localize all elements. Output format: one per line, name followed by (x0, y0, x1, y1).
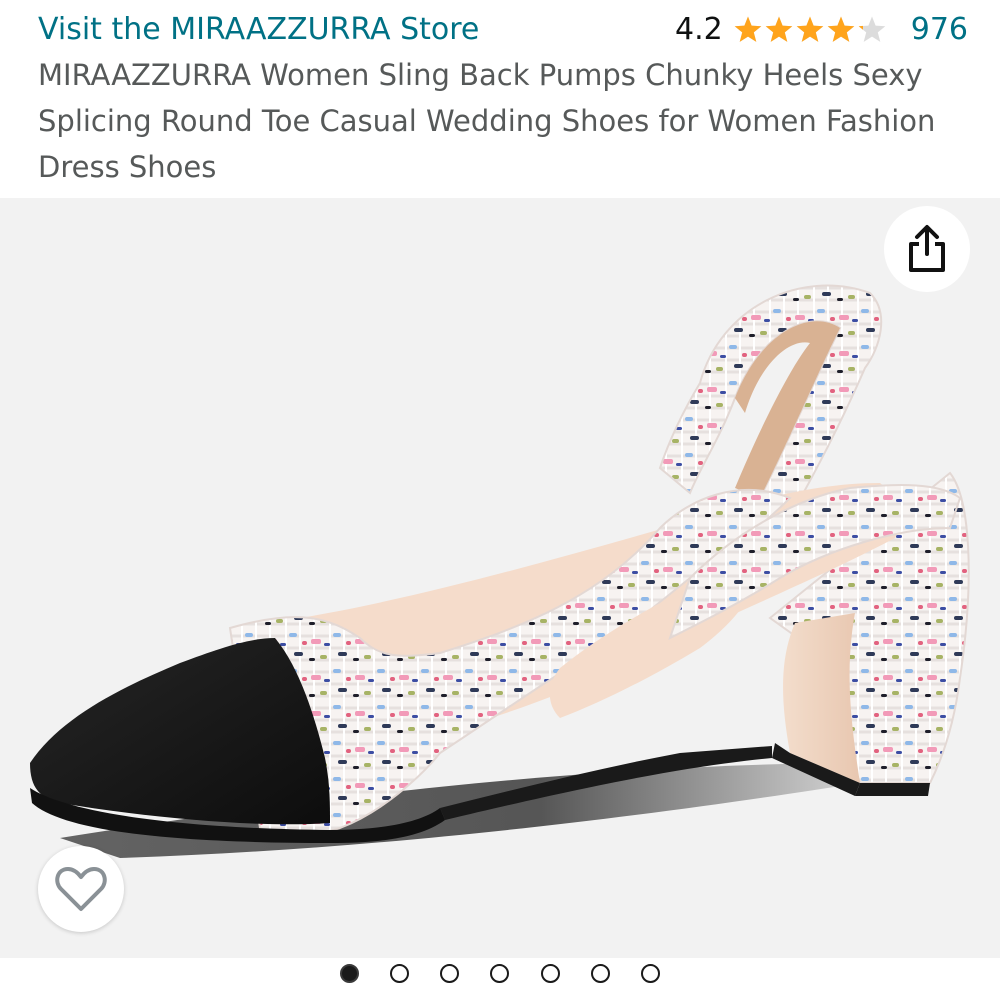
heart-outline-icon (55, 867, 107, 911)
product-title: MIRAAZZURRA Women Sling Back Pumps Chunk… (38, 58, 936, 184)
header-row: Visit the MIRAAZZURRA Store 4.2 976 (38, 8, 968, 52)
rating-summary: 4.2 976 (675, 10, 968, 50)
image-carousel-dots (340, 960, 660, 986)
product-page: Visit the MIRAAZZURRA Store 4.2 976 MIRA… (0, 0, 1000, 1000)
carousel-dot[interactable] (640, 963, 660, 983)
carousel-dot[interactable] (540, 963, 560, 983)
share-button[interactable] (884, 206, 970, 292)
rating-stars[interactable] (733, 15, 887, 45)
carousel-dot[interactable] (390, 963, 410, 983)
carousel-dot[interactable] (590, 963, 610, 983)
stars-icon (734, 16, 886, 42)
share-icon (909, 225, 945, 272)
carousel-dot[interactable] (340, 963, 359, 983)
rating-count[interactable]: 976 (911, 10, 968, 50)
wishlist-button[interactable] (38, 846, 124, 932)
visit-store-link[interactable]: Visit the MIRAAZZURRA Store (38, 10, 479, 50)
carousel-dot[interactable] (490, 963, 510, 983)
rating-value: 4.2 (675, 12, 723, 47)
product-image-area[interactable] (0, 198, 1000, 958)
product-image (30, 284, 970, 858)
carousel-dot[interactable] (440, 963, 460, 983)
